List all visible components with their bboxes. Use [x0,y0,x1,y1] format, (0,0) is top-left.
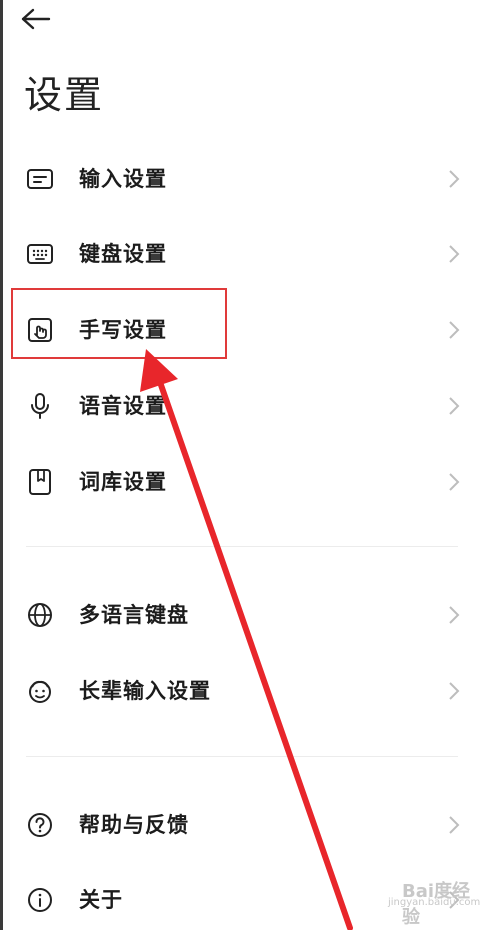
watermark-subtext: jingyan.baidu.com [388,897,481,908]
red-arrow-annotation [140,349,353,930]
